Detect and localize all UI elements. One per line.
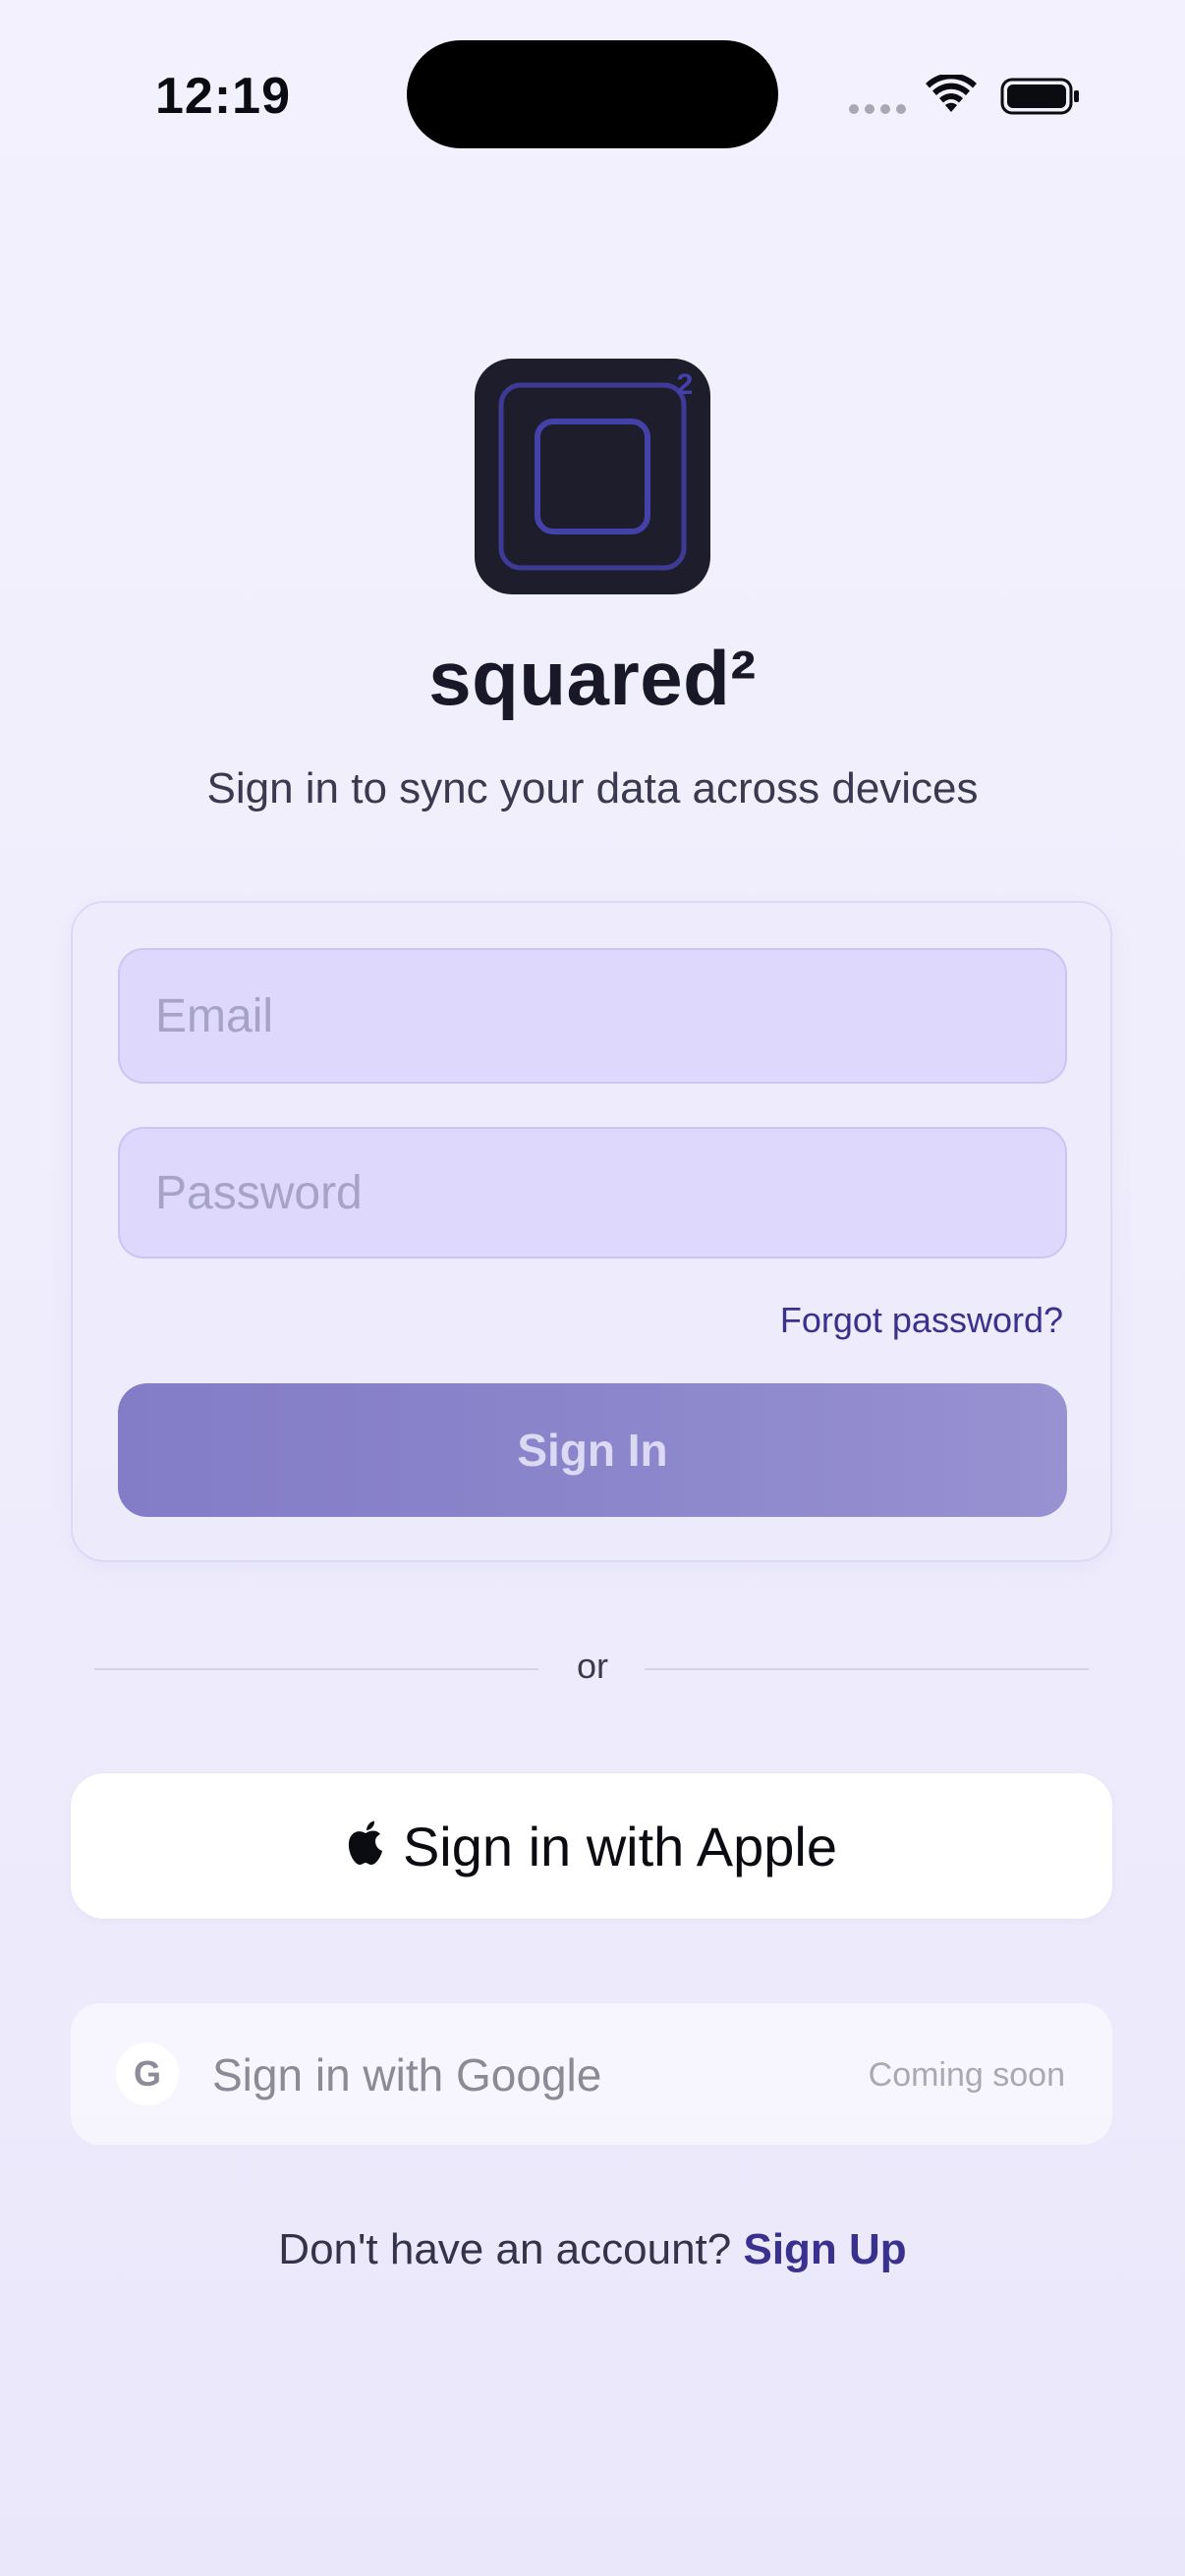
login-form-card: Forgot password? Sign In xyxy=(71,901,1112,1562)
coming-soon-badge: Coming soon xyxy=(868,2056,1065,2094)
email-field[interactable] xyxy=(118,948,1067,1084)
battery-icon xyxy=(1000,78,1079,115)
sign-in-with-apple-button[interactable]: Sign in with Apple xyxy=(71,1773,1112,1919)
forgot-password-link[interactable]: Forgot password? xyxy=(780,1300,1063,1341)
signup-prompt: Don't have an account? xyxy=(278,2225,732,2273)
sign-up-link[interactable]: Sign Up xyxy=(743,2225,906,2273)
app-subtitle: Sign in to sync your data across devices xyxy=(206,764,979,812)
dynamic-island xyxy=(407,40,778,148)
divider-or-label: or xyxy=(576,1646,608,1686)
cellular-dots-icon xyxy=(849,104,906,114)
svg-text:2: 2 xyxy=(677,368,694,401)
status-time: 12:19 xyxy=(155,68,291,125)
signup-row: Don't have an account? Sign Up xyxy=(0,2225,1185,2274)
sign-in-with-google-button[interactable]: G Sign in with Google Coming soon xyxy=(71,2003,1112,2145)
divider-line-right xyxy=(645,1668,1089,1670)
apple-button-label: Sign in with Apple xyxy=(402,1815,838,1877)
wifi-icon xyxy=(926,75,977,112)
google-logo-icon: G xyxy=(116,2043,179,2105)
google-button-label: Sign in with Google xyxy=(212,2049,602,2100)
squared-logo-icon: 2 xyxy=(475,359,710,594)
apple-logo-icon xyxy=(348,1820,382,1865)
app-title: squared² xyxy=(428,635,757,721)
password-field[interactable] xyxy=(118,1127,1067,1259)
sign-in-button[interactable]: Sign In xyxy=(118,1383,1067,1517)
